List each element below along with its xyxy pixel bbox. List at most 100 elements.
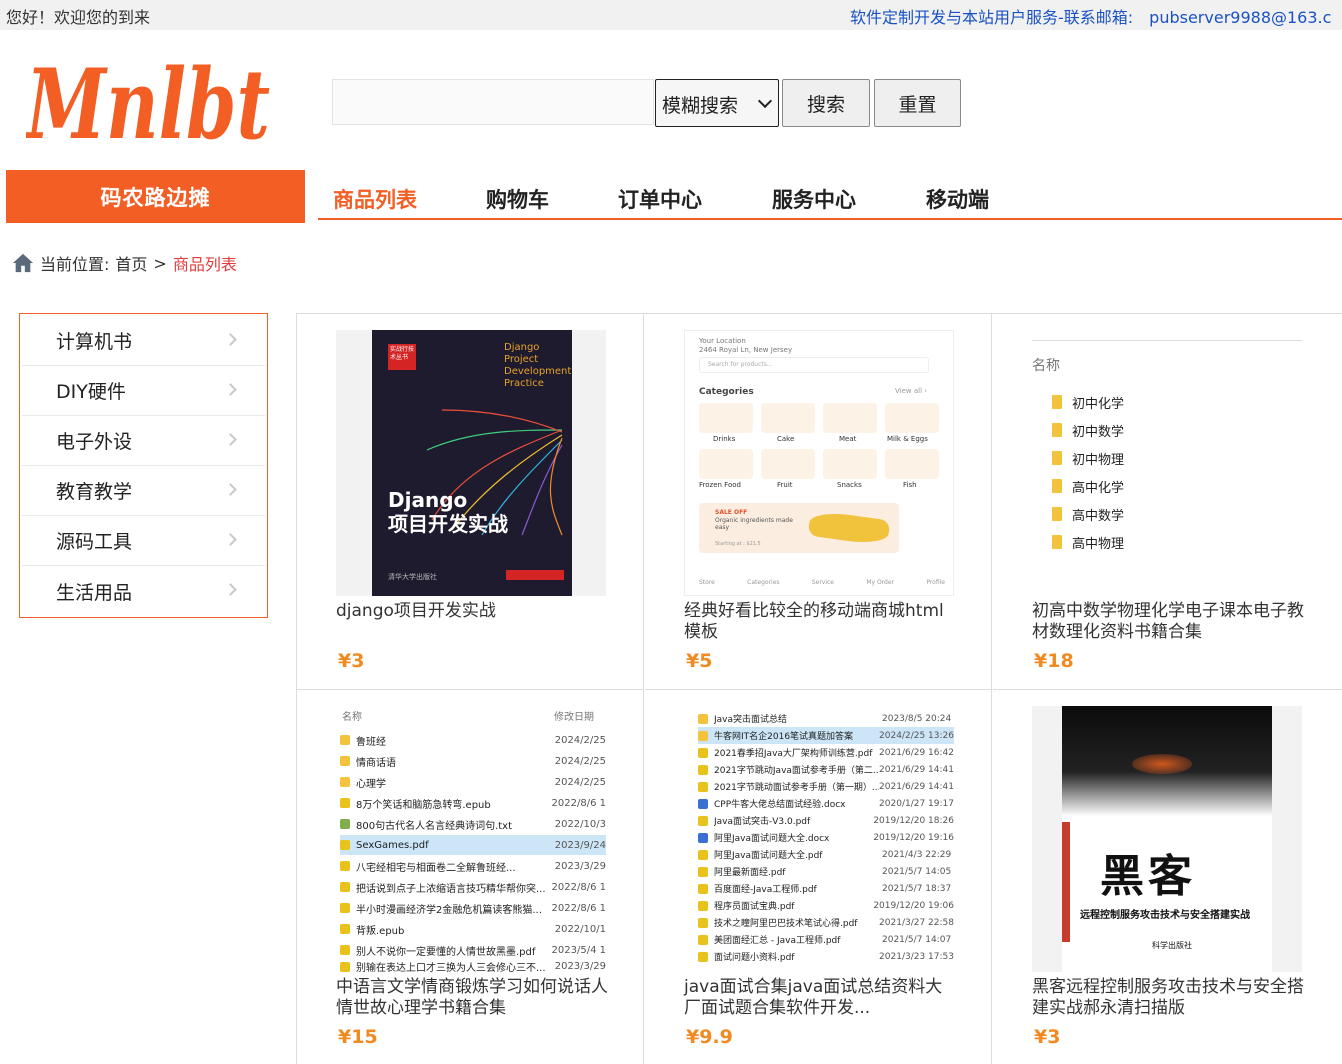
product-image[interactable]: 实战行技术丛书 Django Project Development Pract… [336,330,606,596]
file-row: 把话说到点子上浓缩语言技巧精华帮你突... 2022/8/6 1 [340,877,606,897]
preview-sale-banner: SALE OFF Organic ingredients made easy S… [699,503,899,553]
folder-icon [1052,479,1062,493]
preview-tile [885,403,939,433]
file-date: 2024/2/25 [554,755,606,767]
contact-info[interactable]: 软件定制开发与本站用户服务-联系邮箱: pubserver9988@163.c [850,4,1331,28]
sidebar-item-daily-goods[interactable]: 生活用品 [22,566,265,616]
breadcrumb-home-link[interactable]: 首页 [115,251,147,275]
file-row: CPP牛客大佬总结面试经验.docx 2020/1/27 19:17 [698,795,954,812]
preview-tile-label: Fish [903,481,917,489]
file-date: 2024/2/25 [554,734,606,746]
product-card[interactable]: 黑客 远程控制服务攻击技术与安全搭建实战 科学出版社 黑客远程控制服务攻击技术与… [993,690,1342,1064]
preview-sale-title: SALE OFF [715,509,748,516]
file-name: 阿里最新面经.pdf [714,868,786,878]
preview-search: Search for products... [699,357,929,373]
file-date: 2021/5/7 14:05 [882,866,952,877]
file-row: 别人不说你一定要懂的人情世故黑墨.pdf 2023/5/4 1 [340,940,606,960]
product-card[interactable]: 名称 修改日期 鲁班经 2024/2/25 情商话语 2024/2/25 心理学 20… [297,690,644,1064]
ebook-file-icon [340,924,350,934]
sidebar-item-label: 源码工具 [56,531,133,553]
file-name: SexGames.pdf [356,839,429,851]
file-name: 别输在表达上口才三换为人三会修心三不... [356,963,546,972]
product-card[interactable]: Your Location 2464 Royal Ln, New Jersey S… [645,314,992,690]
product-card[interactable]: 名称 初中化学 初中数学 初中物理 高中化学 高中数学 高中物理 初高中数学物理… [993,314,1342,690]
product-title[interactable]: 中语言文学情商锻炼学习如何说话人情世故心理学书籍合集 [336,977,608,1019]
nav-item-cart[interactable]: 购物车 [486,184,549,214]
reset-button[interactable]: 重置 [874,79,961,127]
file-date: 2021/3/27 22:58 [879,917,954,928]
file-date: 2021/5/7 14:07 [882,934,952,945]
sidebar-item-label: 生活用品 [56,581,133,604]
file-name: 心理学 [356,778,386,790]
folder-name: 初中物理 [1072,452,1125,468]
search-input[interactable] [332,79,654,125]
sidebar-item-computer-books[interactable]: 计算机书 [22,316,265,366]
file-date: 2022/8/6 1 [551,881,606,893]
book-cover: 实战行技术丛书 Django Project Development Pract… [372,330,572,596]
search-button[interactable]: 搜索 [782,79,870,127]
product-price: ¥5 [686,650,713,672]
sidebar-item-education[interactable]: 教育教学 [22,466,265,516]
file-date: 2021/6/29 16:42 [879,747,954,758]
preview-sale-price: Starting at : $21.5 [715,541,761,547]
folder-row: 初中物理 [1052,448,1124,468]
file-date: 2023/3/29 [554,860,606,872]
folder-name: 高中物理 [1072,536,1125,552]
folder-icon [1052,535,1062,549]
preview-tile [885,449,939,479]
mobile-template-preview: Your Location 2464 Royal Ln, New Jersey S… [684,330,954,596]
file-date: 2020/1/27 19:17 [879,798,954,809]
ebook-file-icon [340,798,350,808]
file-name: 鲁班经 [356,736,386,748]
preview-tab: Profile [926,579,945,586]
product-image[interactable]: Java突击面试总结 2023/8/5 20:24 牛客网IT名企2016笔试真题… [684,706,954,972]
nav-item-mobile[interactable]: 移动端 [926,184,989,214]
contact-email-link[interactable]: pubserver9988@163.c [1149,8,1331,27]
chevron-right-icon [224,333,237,346]
chevron-right-icon [224,433,237,446]
nav-item-service[interactable]: 服务中心 [772,184,856,214]
product-image[interactable]: 名称 修改日期 鲁班经 2024/2/25 情商话语 2024/2/25 心理学 20… [336,706,606,972]
file-row: 情商话语 2024/2/25 [340,751,606,771]
product-image[interactable]: 名称 初中化学 初中数学 初中物理 高中化学 高中数学 高中物理 [1032,330,1302,596]
nav-item-orders[interactable]: 订单中心 [618,184,702,214]
sidebar-item-peripherals[interactable]: 电子外设 [22,416,265,466]
file-name: 面试问题小资料.pdf [714,953,795,963]
folder-name: 高中数学 [1072,508,1125,524]
preview-tile [699,449,753,479]
product-title[interactable]: java面试合集java面试总结资料大厂面试题合集软件开发... [684,977,956,1019]
chevron-right-icon [224,483,237,496]
file-list-preview: Java突击面试总结 2023/8/5 20:24 牛客网IT名企2016笔试真题… [684,706,954,972]
product-price: ¥15 [338,1026,378,1048]
product-card[interactable]: 实战行技术丛书 Django Project Development Pract… [297,314,644,690]
home-icon [12,253,34,273]
product-title[interactable]: 经典好看比较全的移动端商城html模板 [684,601,956,643]
product-title[interactable]: 黑客远程控制服务攻击技术与安全搭建实战郝永清扫描版 [1032,977,1304,1019]
folder-name: 初中数学 [1072,424,1125,440]
folder-row: 初中化学 [1052,392,1124,412]
file-row: 8万个笑话和脑筋急转弯.epub 2022/8/6 1 [340,793,606,813]
nav-item-products[interactable]: 商品列表 [333,184,417,214]
product-card[interactable]: Java突击面试总结 2023/8/5 20:24 牛客网IT名企2016笔试真题… [645,690,992,1064]
file-row: 阿里Java面试问题大全.docx 2019/12/20 19:16 [698,829,954,846]
site-header: Mnlbt 模糊搜索 搜索 重置 [0,30,1342,170]
product-image[interactable]: 黑客 远程控制服务攻击技术与安全搭建实战 科学出版社 [1032,706,1302,972]
product-title[interactable]: 初高中数学物理化学电子课本电子教材数理化资料书籍合集 [1032,601,1304,643]
cover-publisher: 清华大学出版社 [388,573,437,581]
preview-tile-label: Milk & Eggs [887,435,928,443]
breadcrumb-current[interactable]: 商品列表 [173,251,237,275]
contact-label: 软件定制开发与本站用户服务-联系邮箱: [850,8,1134,27]
file-row: Java面试突击-V3.0.pdf 2019/12/20 18:26 [698,812,954,829]
sidebar-item-diy-hardware[interactable]: DIY硬件 [22,366,265,416]
preview-tab: Categories [747,579,780,586]
product-title[interactable]: django项目开发实战 [336,601,608,622]
folder-name: 初中化学 [1072,396,1125,412]
pdf-file-icon [698,934,708,945]
sidebar-item-source-tools[interactable]: 源码工具 [22,516,265,566]
cover-title-line1: Django [388,488,468,512]
product-image[interactable]: Your Location 2464 Royal Ln, New Jersey S… [684,330,954,596]
file-row: 半小时漫画经济学2金融危机篇读客熊猫... 2022/8/6 1 [340,898,606,918]
site-logo[interactable]: Mnlbt [26,46,274,158]
search-mode-select[interactable]: 模糊搜索 [655,79,779,127]
preview-location: Your Location 2464 Royal Ln, New Jersey [699,337,792,355]
